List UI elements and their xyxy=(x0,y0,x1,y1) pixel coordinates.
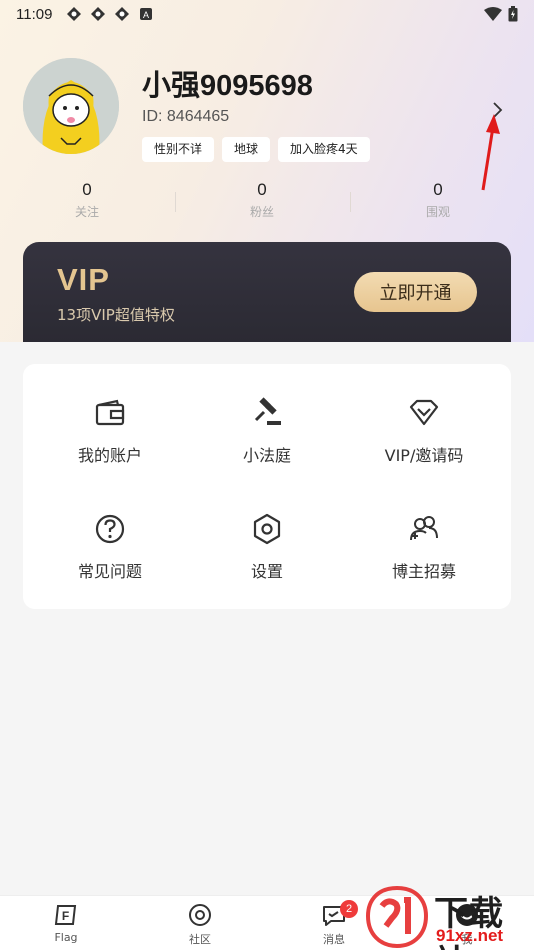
tab-label: Flag xyxy=(54,931,78,944)
stat-divider xyxy=(350,192,351,212)
stat-watchers-label: 围观 xyxy=(425,205,450,219)
menu-label: 小法庭 xyxy=(242,446,291,465)
menu-item-court[interactable]: 小法庭 xyxy=(186,396,348,496)
wallet-icon xyxy=(95,399,125,426)
wifi-icon xyxy=(484,7,502,21)
stat-followers[interactable]: 0 粉丝 xyxy=(202,180,322,220)
tab-messages[interactable]: 2 消息 xyxy=(294,900,374,947)
tag-gender: 性别不详 xyxy=(142,137,215,162)
tag-location: 地球 xyxy=(222,137,271,162)
stats-row: 0 关注 0 粉丝 0 围观 xyxy=(0,180,534,224)
stat-divider xyxy=(175,192,176,212)
menu-card: 我的账户 小法庭 VIP/邀请码 常见问题 设置 博主招募 xyxy=(23,364,511,609)
question-icon xyxy=(95,514,125,544)
menu-label: 常见问题 xyxy=(77,562,142,581)
stat-following-value: 0 xyxy=(82,180,92,199)
stat-followers-value: 0 xyxy=(257,180,267,199)
gavel-icon xyxy=(254,397,281,425)
battery-icon xyxy=(508,6,518,22)
menu-item-blogger-recruit[interactable]: 博主招募 xyxy=(343,512,505,612)
menu-label: VIP/邀请码 xyxy=(384,446,464,465)
user-id: ID: 8464465 xyxy=(142,108,230,125)
menu-label: 设置 xyxy=(250,562,283,581)
svg-text:F: F xyxy=(62,909,69,923)
menu-label: 我的账户 xyxy=(77,446,142,465)
status-time: 11:09 xyxy=(16,5,53,23)
menu-label: 博主招募 xyxy=(391,562,456,581)
settings-icon xyxy=(253,513,281,545)
chevron-right-icon[interactable] xyxy=(490,100,506,120)
menu-item-account[interactable]: 我的账户 xyxy=(29,396,191,496)
recruit-icon xyxy=(410,516,438,541)
app-icon xyxy=(67,7,82,21)
community-icon xyxy=(189,904,211,926)
bottom-tab-bar: F Flag 社区 2 消息 我 xyxy=(0,895,534,950)
username: 小强9095698 xyxy=(142,70,313,102)
stat-followers-label: 粉丝 xyxy=(249,205,274,219)
svg-text:A: A xyxy=(143,10,149,20)
a-icon: A xyxy=(140,8,153,20)
message-badge: 2 xyxy=(340,900,358,918)
vip-subtitle: 13项VIP超值特权 xyxy=(57,306,175,324)
app-icon xyxy=(91,7,106,21)
vip-banner[interactable]: VIP 13项VIP超值特权 立即开通 xyxy=(23,242,511,342)
tab-label: 消息 xyxy=(323,933,345,946)
diamond-icon xyxy=(409,399,439,426)
stat-following[interactable]: 0 关注 xyxy=(27,180,147,220)
menu-item-settings[interactable]: 设置 xyxy=(186,512,348,612)
app-icon xyxy=(115,7,130,21)
tag-joined: 加入脸疼4天 xyxy=(278,137,370,162)
tab-label: 我 xyxy=(461,933,473,946)
stat-watchers-value: 0 xyxy=(433,180,443,199)
stat-following-label: 关注 xyxy=(74,205,99,219)
flag-icon: F xyxy=(54,905,77,925)
me-icon xyxy=(456,904,478,926)
tab-flag[interactable]: F Flag xyxy=(26,902,106,944)
stat-watchers[interactable]: 0 围观 xyxy=(378,180,498,220)
tab-community[interactable]: 社区 xyxy=(160,902,240,947)
menu-item-vip-invite[interactable]: VIP/邀请码 xyxy=(343,396,505,496)
avatar-illustration xyxy=(23,58,119,154)
vip-activate-button[interactable]: 立即开通 xyxy=(354,272,477,312)
status-bar: 11:09 A xyxy=(0,0,534,28)
menu-item-faq[interactable]: 常见问题 xyxy=(29,512,191,612)
vip-title: VIP xyxy=(57,262,110,297)
avatar[interactable] xyxy=(23,58,119,154)
profile-tags: 性别不详 地球 加入脸疼4天 xyxy=(142,137,370,162)
tab-me[interactable]: 我 xyxy=(427,902,507,947)
tab-label: 社区 xyxy=(189,933,211,946)
